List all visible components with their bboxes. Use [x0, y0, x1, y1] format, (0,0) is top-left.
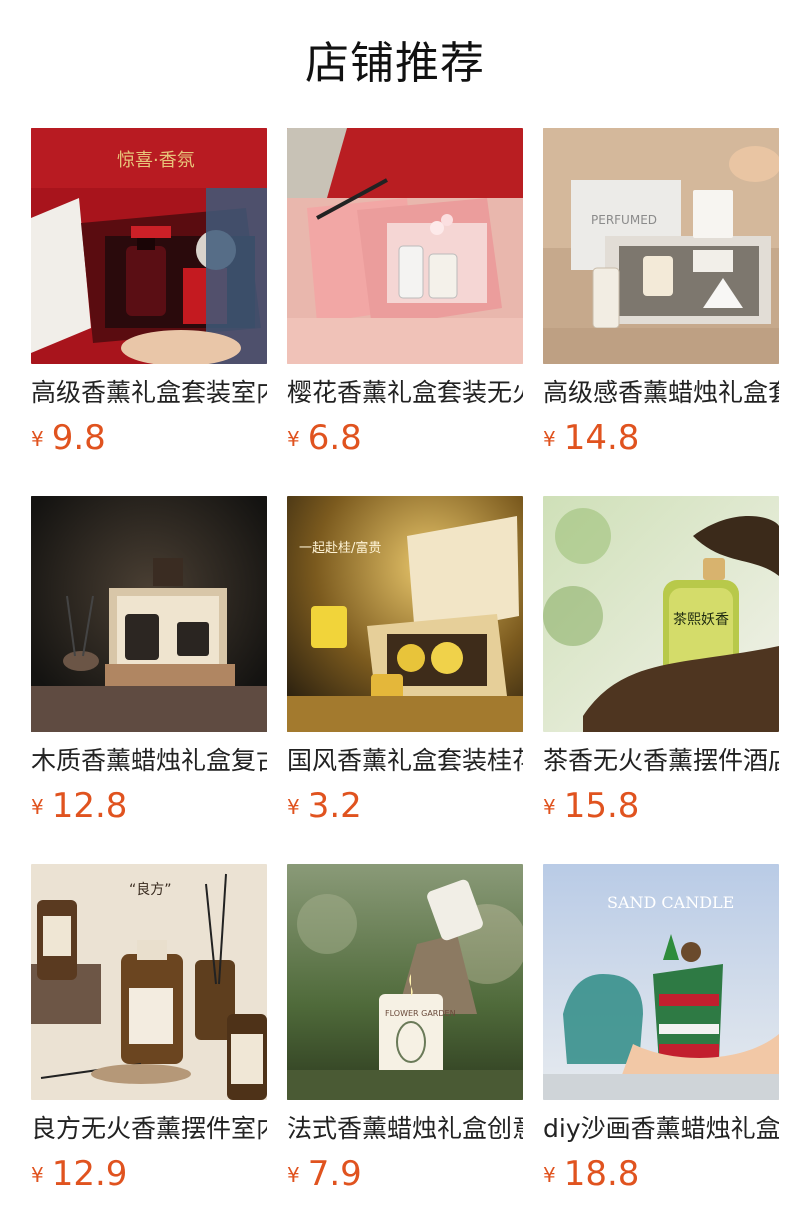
product-card[interactable]: FLOWER GARDEN 法式香薰蜡烛礼盒创意 ¥7.9 [287, 864, 523, 1232]
product-card[interactable]: 一起赴桂/富贵 国风香薰礼盒套装桂花 ¥3.2 [287, 496, 523, 864]
product-name[interactable]: 高级感香薰蜡烛礼盒套 [543, 376, 779, 410]
price-value: 14.8 [563, 418, 640, 458]
price-value: 9.8 [51, 418, 106, 458]
svg-text:茶熙妖香: 茶熙妖香 [673, 612, 729, 628]
currency-symbol: ¥ [543, 1163, 556, 1187]
product-card[interactable]: 樱花香薰礼盒套装无火 ¥6.8 [287, 128, 523, 496]
tea-aroma-bottle-image[interactable]: 茶熙妖香 [543, 496, 779, 732]
product-card[interactable]: 木质香薰蜡烛礼盒复古 ¥12.8 [31, 496, 267, 864]
currency-symbol: ¥ [543, 795, 556, 819]
price-value: 7.9 [307, 1154, 362, 1194]
product-price: ¥9.8 [31, 416, 267, 460]
product-name[interactable]: 高级香薰礼盒套装室内 [31, 376, 267, 410]
osmanthus-gift-box-image[interactable]: 一起赴桂/富贵 [287, 496, 523, 732]
product-card[interactable]: 惊喜·香氛 高级香薰礼盒套装室内 ¥9.8 [31, 128, 267, 496]
page-title: 店铺推荐 [305, 38, 485, 89]
svg-text:FLOWER GARDEN: FLOWER GARDEN [385, 1009, 456, 1018]
product-name[interactable]: 茶香无火香薰摆件酒店 [543, 744, 779, 778]
currency-symbol: ¥ [287, 795, 300, 819]
product-card[interactable]: 茶熙妖香 茶香无火香薰摆件酒店 ¥15.8 [543, 496, 779, 864]
currency-symbol: ¥ [31, 1163, 44, 1187]
currency-symbol: ¥ [31, 795, 44, 819]
product-name[interactable]: 良方无火香薰摆件室内 [31, 1112, 267, 1146]
product-price: ¥18.8 [543, 1152, 779, 1196]
currency-symbol: ¥ [287, 427, 300, 451]
product-price: ¥12.8 [31, 784, 267, 828]
currency-symbol: ¥ [543, 427, 556, 451]
product-card[interactable]: PERFUMED 高级感香薰蜡烛礼盒套 ¥14.8 [543, 128, 779, 496]
product-name[interactable]: 法式香薰蜡烛礼盒创意 [287, 1112, 523, 1146]
product-price: ¥7.9 [287, 1152, 523, 1196]
product-name[interactable]: diy沙画香薰蜡烛礼盒 [543, 1112, 779, 1146]
svg-text:惊喜·香氛: 惊喜·香氛 [117, 150, 195, 171]
svg-text:“良方”: “良方” [129, 882, 172, 898]
price-value: 18.8 [563, 1154, 640, 1194]
product-price: ¥12.9 [31, 1152, 267, 1196]
product-price: ¥15.8 [543, 784, 779, 828]
perfumed-candle-set-image[interactable]: PERFUMED [543, 128, 779, 364]
flower-garden-candle-image[interactable]: FLOWER GARDEN [287, 864, 523, 1100]
product-name[interactable]: 国风香薰礼盒套装桂花 [287, 744, 523, 778]
product-card[interactable]: “良方” 良方无火香薰摆件室内 ¥12.9 [31, 864, 267, 1232]
reed-diffuser-bottles-image[interactable]: “良方” [31, 864, 267, 1100]
sand-candle-image[interactable]: SAND CANDLE [543, 864, 779, 1100]
price-value: 12.8 [51, 786, 128, 826]
product-name[interactable]: 樱花香薰礼盒套装无火 [287, 376, 523, 410]
product-price: ¥3.2 [287, 784, 523, 828]
price-value: 12.9 [51, 1154, 128, 1194]
svg-text:一起赴桂/富贵: 一起赴桂/富贵 [299, 540, 381, 556]
product-name[interactable]: 木质香薰蜡烛礼盒复古 [31, 744, 267, 778]
price-value: 15.8 [563, 786, 640, 826]
product-price: ¥14.8 [543, 416, 779, 460]
currency-symbol: ¥ [31, 427, 44, 451]
red-gift-box-perfume-image[interactable]: 惊喜·香氛 [31, 128, 267, 364]
price-value: 6.8 [307, 418, 362, 458]
wooden-candle-box-image[interactable] [31, 496, 267, 732]
pink-gift-box-image[interactable] [287, 128, 523, 364]
currency-symbol: ¥ [287, 1163, 300, 1187]
svg-text:SAND CANDLE: SAND CANDLE [607, 893, 734, 912]
price-value: 3.2 [307, 786, 362, 826]
product-grid: 惊喜·香氛 高级香薰礼盒套装室内 ¥9.8 樱花香薰礼盒套装无火 ¥ 6.8 P… [31, 128, 779, 1232]
product-price: ¥6.8 [287, 416, 523, 460]
svg-text:PERFUMED: PERFUMED [591, 213, 657, 227]
product-card[interactable]: SAND CANDLE diy沙画香薰蜡烛礼盒 ¥18.8 [543, 864, 779, 1232]
